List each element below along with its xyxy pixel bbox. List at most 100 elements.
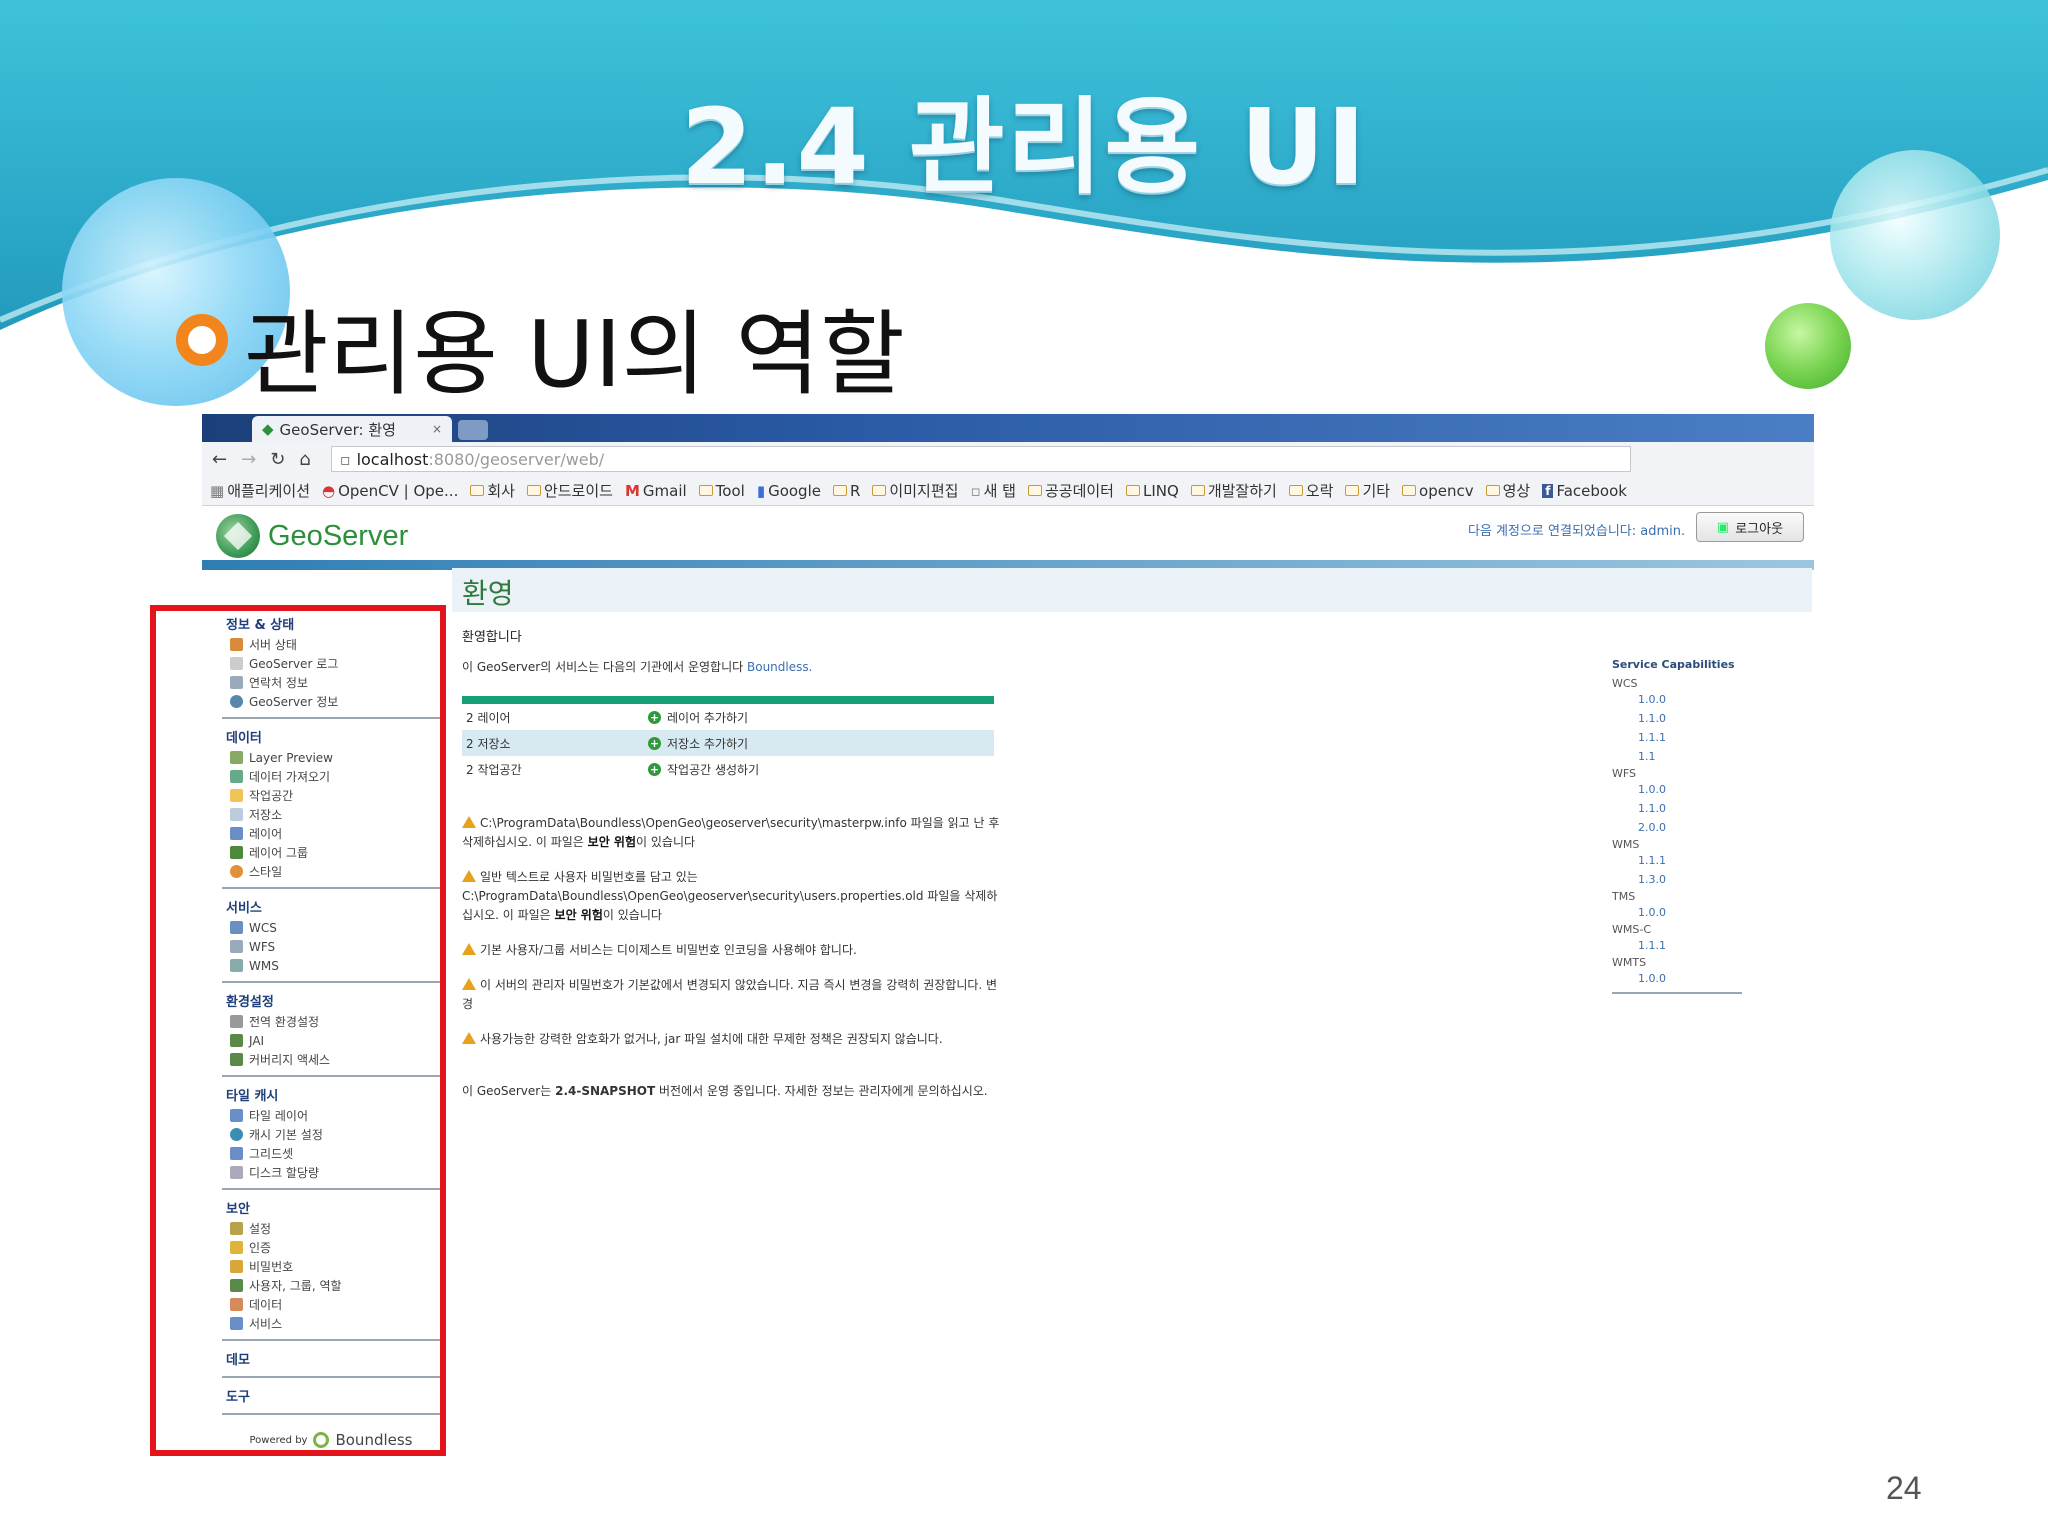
geoserver-logo[interactable]: GeoServer	[216, 514, 408, 558]
lock-icon	[230, 1260, 243, 1273]
capability-version-link[interactable]: 1.0.0	[1612, 903, 1742, 922]
forward-icon[interactable]: →	[241, 449, 256, 470]
store-count[interactable]: 2 저장소	[462, 735, 648, 752]
bookmark-folder[interactable]: 공공데이터	[1027, 480, 1114, 501]
sidebar-item-layers[interactable]: 레이어	[222, 824, 440, 843]
bookmark-folder[interactable]: 기타	[1345, 480, 1390, 501]
sidebar-item-caching-defaults[interactable]: 캐시 기본 설정	[222, 1125, 440, 1144]
sidebar-item-data-security[interactable]: 데이터	[222, 1295, 440, 1314]
sidebar-item-global[interactable]: 전역 환경설정	[222, 1012, 440, 1031]
geoserver-header: GeoServer 다음 계정으로 연결되었습니다: admin. ▣ 로그아웃	[202, 506, 1814, 568]
folder-icon	[1190, 485, 1205, 496]
sidebar-item-about[interactable]: GeoServer 정보	[222, 692, 440, 711]
add-layer-link[interactable]: + 레이어 추가하기	[648, 709, 748, 726]
sidebar-item-logs[interactable]: GeoServer 로그	[222, 654, 440, 673]
logout-label: 로그아웃	[1735, 521, 1784, 537]
capability-version-link[interactable]: 1.1.0	[1612, 799, 1742, 818]
page-icon: ▫	[970, 481, 981, 500]
layer-icon	[230, 827, 243, 840]
sidebar-item-stores[interactable]: 저장소	[222, 805, 440, 824]
bookmark-folder[interactable]: 개발잘하기	[1190, 480, 1277, 501]
capability-version-link[interactable]: 1.1	[1612, 747, 1742, 766]
capability-version-link[interactable]: 1.1.1	[1612, 728, 1742, 747]
capability-version-link[interactable]: 1.1.1	[1612, 851, 1742, 870]
service-security-icon	[230, 1317, 243, 1330]
capabilities-group: TMS 1.0.0	[1612, 890, 1742, 922]
bookmark-folder[interactable]: 이미지편집	[872, 480, 958, 501]
bookmark-item[interactable]: ◓ OpenCV | Ope...	[322, 482, 458, 500]
new-tab-button[interactable]	[458, 420, 488, 440]
logout-button[interactable]: ▣ 로그아웃	[1696, 512, 1804, 542]
bookmark-item[interactable]: ▫ 새 탭	[970, 480, 1016, 501]
capability-version-link[interactable]: 1.0.0	[1612, 690, 1742, 709]
sidebar-item-security-settings[interactable]: 설정	[222, 1219, 440, 1238]
bookmark-item[interactable]: M Gmail	[625, 482, 687, 500]
sidebar-section-demos[interactable]: 데모	[222, 1345, 440, 1378]
sidebar-item-workspaces[interactable]: 작업공간	[222, 786, 440, 805]
sidebar-section-tools[interactable]: 도구	[222, 1382, 440, 1415]
capability-version-link[interactable]: 1.0.0	[1612, 780, 1742, 799]
workspace-count[interactable]: 2 작업공간	[462, 761, 648, 778]
add-store-link[interactable]: + 저장소 추가하기	[648, 735, 748, 752]
folder-icon	[1288, 485, 1303, 496]
intro-text: 이 GeoServer의 서비스는 다음의 기관에서 운영합니다 Boundle…	[462, 660, 813, 674]
security-warnings: C:\ProgramData\Boundless\OpenGeo\geoserv…	[462, 814, 1002, 1065]
bookmark-folder[interactable]: R	[832, 482, 860, 500]
sidebar-item-users-groups-roles[interactable]: 사용자, 그룹, 역할	[222, 1276, 440, 1295]
folder-icon	[698, 485, 713, 496]
bookmark-item[interactable]: f Facebook	[1542, 482, 1627, 500]
back-icon[interactable]: ←	[212, 449, 227, 470]
sidebar-item-layer-preview[interactable]: Layer Preview	[222, 748, 440, 767]
address-bar[interactable]: ▫ localhost :8080/geoserver/web/	[330, 446, 1631, 472]
sidebar-item-wms[interactable]: WMS	[222, 956, 440, 975]
capability-version-link[interactable]: 1.3.0	[1612, 870, 1742, 889]
logout-icon: ▣	[1716, 519, 1730, 535]
sidebar-item-import[interactable]: 데이터 가져오기	[222, 767, 440, 786]
bookmark-folder[interactable]: 오락	[1288, 480, 1333, 501]
sidebar-item-styles[interactable]: 스타일	[222, 862, 440, 881]
sidebar-item-wcs[interactable]: WCS	[222, 918, 440, 937]
sidebar-item-authentication[interactable]: 인증	[222, 1238, 440, 1257]
bookmark-item[interactable]: ▮ Google	[757, 482, 821, 500]
sidebar-section-settings: 환경설정 전역 환경설정 JAI 커버리지 액세스	[222, 987, 440, 1077]
folder-icon	[470, 485, 485, 496]
sidebar-item-layer-groups[interactable]: 레이어 그룹	[222, 843, 440, 862]
bookmark-folder[interactable]: 안드로이드	[526, 480, 613, 501]
sidebar-item-tile-layers[interactable]: 타일 레이어	[222, 1106, 440, 1125]
home-icon[interactable]: ⌂	[299, 449, 310, 470]
sidebar-heading: 타일 캐시	[226, 1089, 279, 1104]
sidebar-item-server-status[interactable]: 서버 상태	[222, 635, 440, 654]
gridset-icon	[230, 1147, 243, 1160]
opencv-icon: ◓	[322, 481, 336, 500]
sidebar-item-passwords[interactable]: 비밀번호	[222, 1257, 440, 1276]
warning-icon	[462, 816, 476, 828]
capability-version-link[interactable]: 1.1.1	[1612, 936, 1742, 955]
warning-message: 기본 사용자/그룹 서비스는 디이제스트 비밀번호 인코딩을 사용해야 합니다.	[462, 941, 1002, 960]
bookmark-folder[interactable]: 회사	[470, 480, 515, 501]
create-workspace-link[interactable]: + 작업공간 생성하기	[648, 761, 759, 778]
close-tab-icon[interactable]: ×	[432, 422, 442, 436]
capabilities-group: WCS 1.0.0 1.1.0 1.1.1 1.1	[1612, 677, 1742, 766]
sidebar-item-coverage-access[interactable]: 커버리지 액세스	[222, 1050, 440, 1069]
sidebar-item-gridsets[interactable]: 그리드셋	[222, 1144, 440, 1163]
capability-version-link[interactable]: 1.1.0	[1612, 709, 1742, 728]
sidebar-section-about: 정보 & 상태 서버 상태 GeoServer 로그 연락처 정보 GeoSer…	[222, 610, 440, 719]
bookmark-folder[interactable]: 영상	[1485, 480, 1530, 501]
sidebar-item-disk-quota[interactable]: 디스크 할당량	[222, 1163, 440, 1182]
sidebar-item-jai[interactable]: JAI	[222, 1031, 440, 1050]
bookmark-item[interactable]: ▦ 애플리케이션	[210, 480, 310, 501]
reload-icon[interactable]: ↻	[270, 449, 285, 470]
tab-title: GeoServer: 환영	[279, 420, 396, 439]
bookmark-folder[interactable]: Tool	[698, 482, 745, 500]
sidebar-item-service-security[interactable]: 서비스	[222, 1314, 440, 1333]
boundless-link[interactable]: Boundless.	[747, 660, 812, 674]
sidebar-item-contact[interactable]: 연락처 정보	[222, 673, 440, 692]
browser-tab[interactable]: ◆ GeoServer: 환영 ×	[252, 416, 452, 442]
capability-version-link[interactable]: 1.0.0	[1612, 969, 1742, 988]
bookmark-folder[interactable]: opencv	[1402, 482, 1474, 500]
layer-count[interactable]: 2 레이어	[462, 709, 648, 726]
bookmark-folder[interactable]: LINQ	[1126, 482, 1179, 500]
decorative-bubble-green	[1765, 303, 1851, 389]
capability-version-link[interactable]: 2.0.0	[1612, 818, 1742, 837]
sidebar-item-wfs[interactable]: WFS	[222, 937, 440, 956]
